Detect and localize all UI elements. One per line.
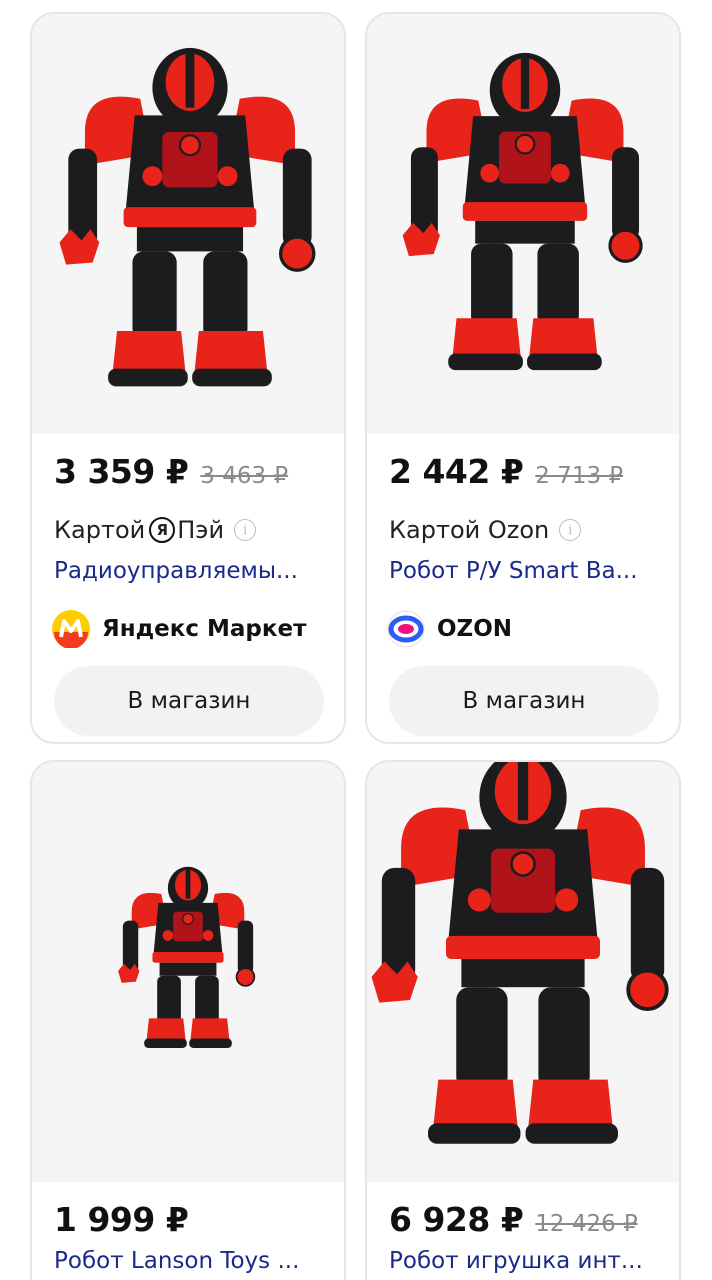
robot-toy-image (117, 865, 256, 1049)
robot-toy-image (57, 46, 316, 388)
product-image[interactable] (32, 14, 344, 434)
payment-info: Картой Я Пэй i (54, 512, 257, 548)
go-to-shop-button[interactable]: В магазин (389, 666, 659, 736)
product-image[interactable] (367, 14, 679, 434)
product-title-link[interactable]: Робот Р/У Smart Ba... (389, 558, 661, 594)
payment-label-suffix: Пэй (177, 516, 225, 544)
payment-label: Картой Ozon (389, 516, 550, 544)
robot-toy-image (369, 762, 669, 1146)
payment-label: Картой (54, 516, 146, 544)
product-card[interactable]: 2 442 ₽ 2 713 ₽ Картой Ozon i Робот Р/У … (365, 12, 681, 744)
old-price: 3 463 ₽ (200, 463, 289, 489)
shop-name: OZON (437, 616, 513, 642)
product-card[interactable]: 6 928 ₽ 12 426 ₽ Робот игрушка инт... (365, 760, 681, 1280)
info-icon[interactable]: i (234, 519, 257, 541)
product-title-link[interactable]: Робот Lanson Toys ... (54, 1248, 326, 1280)
current-price: 2 442 ₽ (389, 452, 524, 491)
ozon-icon (387, 610, 425, 648)
shop-info: OZON (387, 608, 512, 650)
payment-info: Картой Ozon i (389, 512, 582, 548)
go-to-shop-button[interactable]: В магазин (54, 666, 324, 736)
current-price: 6 928 ₽ (389, 1200, 524, 1239)
product-card[interactable]: 1 999 ₽ Робот Lanson Toys ... (30, 760, 346, 1280)
robot-toy-image (401, 51, 643, 372)
price-row: 1 999 ₽ (54, 1200, 189, 1244)
info-icon[interactable]: i (559, 519, 582, 541)
current-price: 3 359 ₽ (54, 452, 189, 491)
product-card[interactable]: 3 359 ₽ 3 463 ₽ Картой Я Пэй i Радиоупра… (30, 12, 346, 744)
yandex-logo-icon: Я (149, 517, 176, 543)
current-price: 1 999 ₽ (54, 1200, 189, 1239)
price-row: 2 442 ₽ 2 713 ₽ (389, 452, 623, 496)
product-image[interactable] (32, 762, 344, 1182)
old-price: 2 713 ₽ (535, 463, 624, 489)
product-title-link[interactable]: Робот игрушка инт... (389, 1248, 661, 1280)
shop-info: Яндекс Маркет (52, 608, 306, 650)
shop-name: Яндекс Маркет (102, 616, 307, 642)
yandex-market-icon (52, 610, 90, 649)
product-title-link[interactable]: Радиоуправляемы... (54, 558, 326, 594)
old-price: 12 426 ₽ (535, 1211, 638, 1237)
price-row: 6 928 ₽ 12 426 ₽ (389, 1200, 638, 1244)
price-row: 3 359 ₽ 3 463 ₽ (54, 452, 288, 496)
product-image[interactable] (367, 762, 679, 1182)
